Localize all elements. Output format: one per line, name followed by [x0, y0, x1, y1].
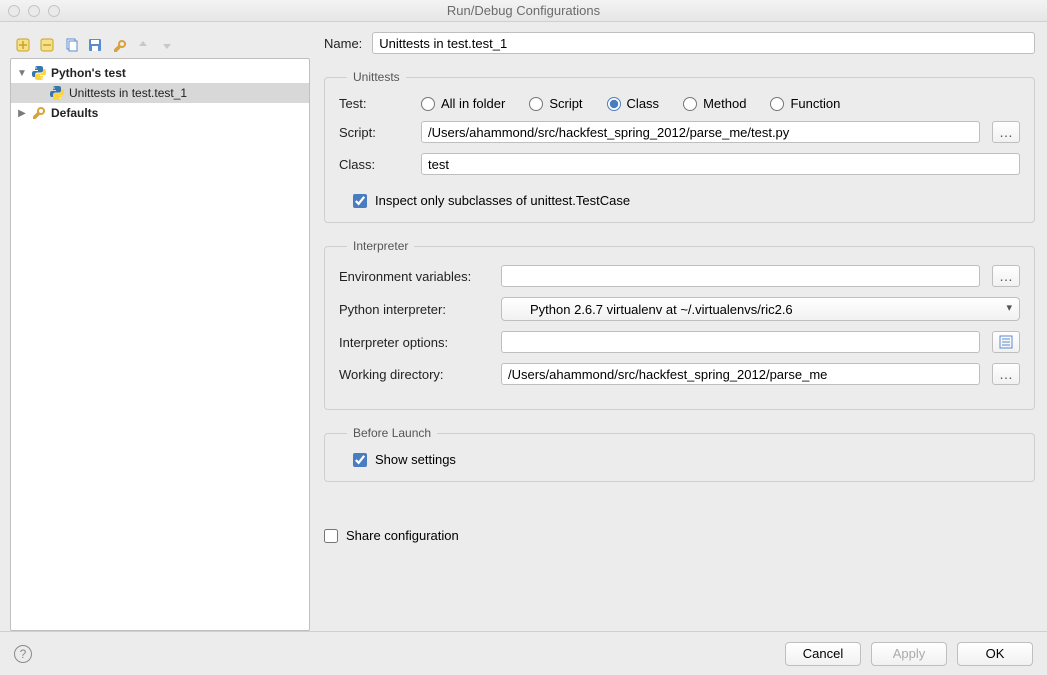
show-settings-label: Show settings	[375, 452, 456, 467]
workdir-label: Working directory:	[339, 367, 489, 382]
save-config-button[interactable]	[86, 36, 104, 54]
class-input[interactable]	[421, 153, 1020, 175]
wrench-icon	[31, 105, 47, 121]
inspect-subclasses-checkbox[interactable]	[353, 194, 367, 208]
tree-label: Defaults	[51, 106, 98, 120]
tree-node-unittests[interactable]: Unittests in test.test_1	[11, 83, 309, 103]
interpreter-group: Interpreter Environment variables: … Pyt…	[324, 239, 1035, 410]
before-launch-group: Before Launch Show settings	[324, 426, 1035, 482]
radio-function[interactable]: Function	[770, 96, 840, 111]
before-launch-legend: Before Launch	[347, 426, 437, 440]
add-config-button[interactable]	[14, 36, 32, 54]
show-settings-checkbox[interactable]	[353, 453, 367, 467]
cancel-button[interactable]: Cancel	[785, 642, 861, 666]
inspect-subclasses-label: Inspect only subclasses of unittest.Test…	[375, 193, 630, 208]
move-down-button	[158, 36, 176, 54]
disclosure-triangle-icon[interactable]: ▼	[17, 68, 27, 79]
python-icon	[31, 65, 47, 81]
window-title: Run/Debug Configurations	[0, 3, 1047, 18]
env-vars-browse-button[interactable]: …	[992, 265, 1020, 287]
help-button[interactable]: ?	[14, 645, 32, 663]
config-tree[interactable]: ▼ Python's test Unittests in test.test_1…	[10, 58, 310, 631]
name-input[interactable]	[372, 32, 1035, 54]
disclosure-triangle-icon[interactable]: ▶	[17, 108, 27, 119]
name-label: Name:	[324, 36, 362, 51]
tree-label: Unittests in test.test_1	[69, 86, 187, 100]
workdir-input[interactable]	[501, 363, 980, 385]
unittests-group: Unittests Test: All in folder Script Cla…	[324, 70, 1035, 223]
python-interp-select[interactable]: Python 2.6.7 virtualenv at ~/.virtualenv…	[501, 297, 1020, 321]
class-label: Class:	[339, 157, 409, 172]
radio-class[interactable]: Class	[607, 96, 660, 111]
test-type-radiogroup: All in folder Script Class Method Functi…	[421, 96, 840, 111]
interpreter-legend: Interpreter	[347, 239, 414, 253]
window-titlebar: Run/Debug Configurations	[0, 0, 1047, 22]
move-up-button	[134, 36, 152, 54]
script-browse-button[interactable]: …	[992, 121, 1020, 143]
unittests-legend: Unittests	[347, 70, 406, 84]
radio-script[interactable]: Script	[529, 96, 582, 111]
env-vars-input[interactable]	[501, 265, 980, 287]
ok-button[interactable]: OK	[957, 642, 1033, 666]
script-label: Script:	[339, 125, 409, 140]
share-config-label: Share configuration	[346, 528, 459, 543]
sidebar: ▼ Python's test Unittests in test.test_1…	[10, 32, 310, 631]
radio-method[interactable]: Method	[683, 96, 746, 111]
share-config-checkbox[interactable]	[324, 529, 338, 543]
copy-config-button[interactable]	[62, 36, 80, 54]
workdir-browse-button[interactable]: …	[992, 363, 1020, 385]
test-label: Test:	[339, 96, 409, 111]
interp-opts-expand-button[interactable]	[992, 331, 1020, 353]
python-interp-label: Python interpreter:	[339, 302, 489, 317]
remove-config-button[interactable]	[38, 36, 56, 54]
script-input[interactable]	[421, 121, 980, 143]
main-panel: Name: Unittests Test: All in folder Scri…	[324, 32, 1037, 631]
env-vars-label: Environment variables:	[339, 269, 489, 284]
tree-node-pythons-test[interactable]: ▼ Python's test	[11, 63, 309, 83]
apply-button: Apply	[871, 642, 947, 666]
python-icon	[49, 85, 65, 101]
edit-defaults-button[interactable]	[110, 36, 128, 54]
interp-opts-input[interactable]	[501, 331, 980, 353]
interp-opts-label: Interpreter options:	[339, 335, 489, 350]
dialog-footer: ? Cancel Apply OK	[0, 631, 1047, 675]
tree-node-defaults[interactable]: ▶ Defaults	[11, 103, 309, 123]
radio-all-in-folder[interactable]: All in folder	[421, 96, 505, 111]
tree-label: Python's test	[51, 66, 126, 80]
sidebar-toolbar	[10, 32, 310, 58]
expand-icon	[999, 335, 1013, 349]
